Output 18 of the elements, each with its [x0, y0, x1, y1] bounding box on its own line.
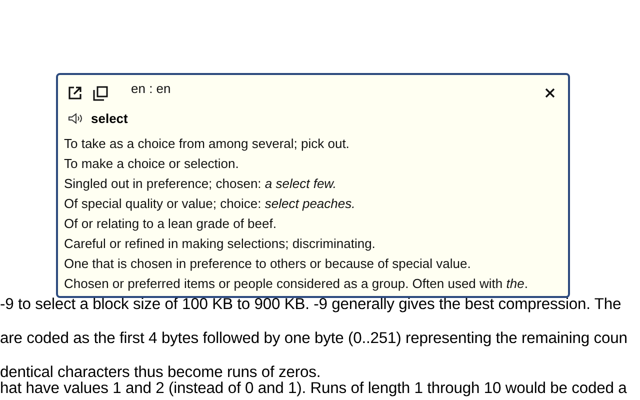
language-pair: en : en — [131, 80, 171, 96]
body-text-line: dentical characters thus become runs of zeros. — [0, 365, 321, 381]
definition: Careful or refined in making selections; discriminating. — [64, 235, 376, 253]
headword: select — [91, 110, 128, 126]
definition: Of special quality or value; choice: select peaches. — [64, 195, 356, 213]
definition: Of or relating to a lean grade of beef. — [64, 215, 276, 233]
external-link-icon[interactable] — [68, 86, 82, 100]
definition: Chosen or preferred items or people considered as a group. Often used with the. — [64, 275, 528, 293]
definition: To take as a choice from among several; pick out. — [64, 135, 350, 153]
close-icon[interactable] — [545, 88, 555, 98]
speaker-icon[interactable] — [68, 112, 83, 124]
definition: Singled out in preference; chosen: a select few. — [64, 175, 336, 193]
definition: To make a choice or selection. — [64, 155, 239, 173]
body-text-line: are coded as the first 4 bytes followed by one byte (0..251) representing the remaining coun — [0, 331, 628, 347]
body-text-line: -9 to select a block size of 100 KB to 900 KB. -9 generally gives the best compression. The — [0, 297, 622, 313]
body-text-line: hat have values 1 and 2 (instead of 0 and 1). Runs of length 1 through 10 would be coded a — [0, 381, 627, 397]
copy-icon[interactable] — [93, 86, 108, 100]
definition: One that is chosen in preference to others or because of special value. — [64, 255, 471, 273]
